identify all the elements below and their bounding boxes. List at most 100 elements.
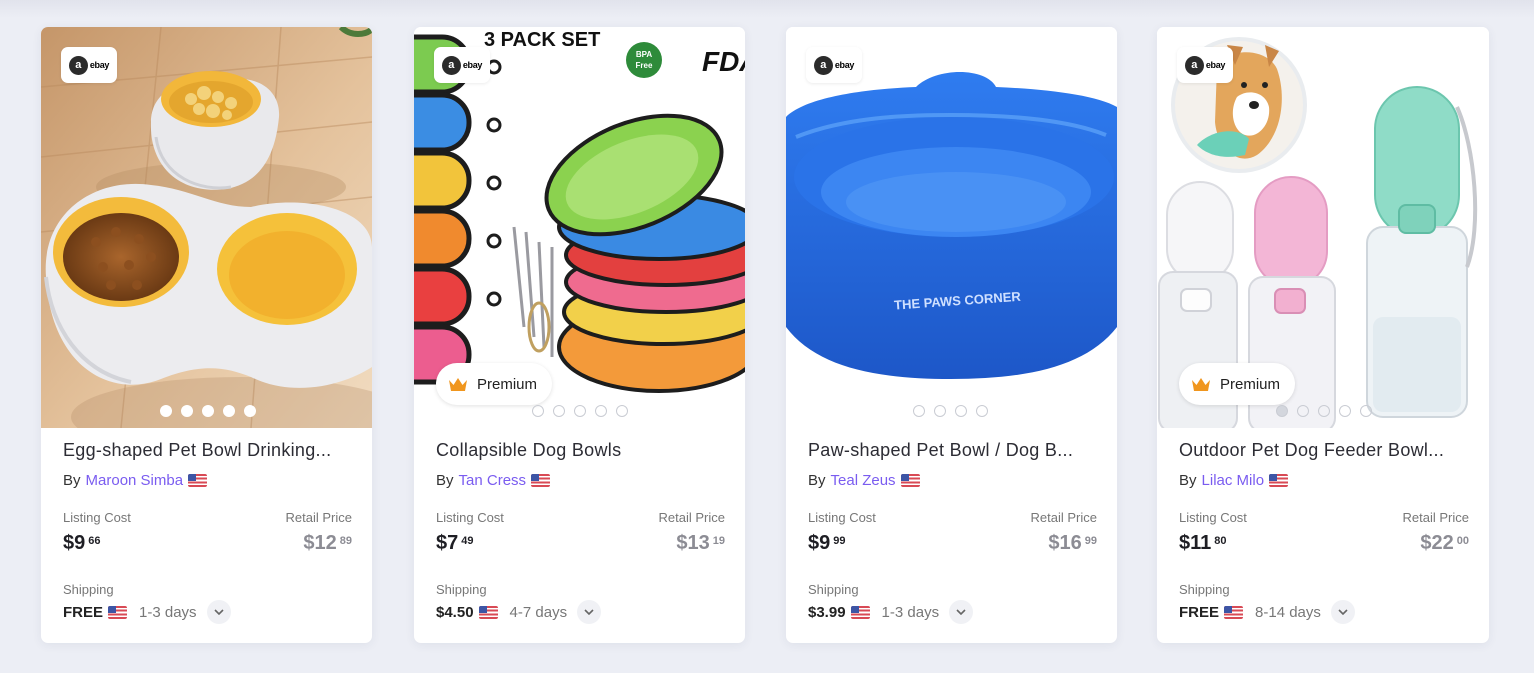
- shipping-days: 1-3 days: [881, 603, 940, 621]
- product-image-paw-bowl: THE PAWS CORNER: [786, 27, 1117, 428]
- shipping-row: $4.50 4-7 days: [436, 600, 602, 624]
- listing-cost-label: Listing Cost: [1179, 510, 1247, 525]
- carousel-dot[interactable]: [1318, 405, 1330, 417]
- product-card-paw-bowl[interactable]: THE PAWS CORNER a ebay Paw-shaped Pet Bow…: [786, 27, 1117, 643]
- us-flag-icon: [850, 605, 870, 619]
- seller-line: By Teal Zeus: [808, 472, 920, 489]
- retail-price-value: $22 00: [1420, 532, 1469, 555]
- listing-cost-cents: 66: [88, 535, 101, 547]
- product-image-carousel[interactable]: a ebay: [41, 27, 372, 428]
- retail-price-value: $16 99: [1048, 532, 1097, 555]
- premium-badge: Premium: [1179, 363, 1296, 405]
- carousel-dot[interactable]: [616, 405, 628, 417]
- us-flag-icon: [188, 474, 208, 487]
- carousel-dot[interactable]: [595, 405, 607, 417]
- shipping-label: Shipping: [436, 582, 487, 597]
- carousel-dot[interactable]: [202, 405, 214, 417]
- retail-price-dollars: $12: [303, 532, 337, 554]
- image-text-bpa: BPA: [636, 50, 653, 59]
- shipping-expand-chevron-icon[interactable]: [206, 600, 231, 624]
- image-carousel-dots[interactable]: [160, 405, 256, 417]
- product-image-carousel[interactable]: a ebay Premium: [1157, 27, 1489, 428]
- carousel-dot[interactable]: [1339, 405, 1351, 417]
- retail-price-label: Retail Price: [658, 510, 725, 525]
- seller-name-link[interactable]: Lilac Milo: [1202, 472, 1265, 489]
- seller-line: By Lilac Milo: [1179, 472, 1289, 489]
- listing-cost-cents: 80: [1214, 535, 1227, 547]
- page-top-shade: [0, 0, 1534, 18]
- image-text-fda: FDA: [702, 46, 745, 77]
- us-flag-icon: [531, 474, 551, 487]
- carousel-dot[interactable]: [244, 405, 256, 417]
- image-carousel-dots[interactable]: [1276, 405, 1372, 417]
- product-card-egg-bowl[interactable]: a ebay Egg-shaped Pet Bowl Drinking... By…: [41, 27, 372, 643]
- carousel-dot[interactable]: [223, 405, 235, 417]
- product-image-carousel[interactable]: 3 PACK SET BPA Free FDA aebay Premium: [414, 27, 745, 428]
- product-title[interactable]: Egg-shaped Pet Bowl Drinking...: [63, 440, 355, 461]
- retail-price-cents: 19: [712, 535, 725, 547]
- carousel-dot[interactable]: [1297, 405, 1309, 417]
- retail-price-label: Retail Price: [285, 510, 352, 525]
- seller-name-link[interactable]: Teal Zeus: [831, 472, 896, 489]
- product-grid: a ebay Egg-shaped Pet Bowl Drinking... By…: [41, 27, 1491, 644]
- us-flag-icon: [108, 605, 128, 619]
- seller-name-link[interactable]: Maroon Simba: [86, 472, 184, 489]
- seller-line: By Maroon Simba: [63, 472, 208, 489]
- shipping-expand-chevron-icon[interactable]: [949, 600, 974, 624]
- carousel-dot[interactable]: [1360, 405, 1372, 417]
- shipping-row: FREE 1-3 days: [63, 600, 231, 624]
- shipping-row: FREE 8-14 days: [1179, 600, 1355, 624]
- carousel-dot[interactable]: [553, 405, 565, 417]
- by-label: By: [436, 472, 454, 489]
- product-image-egg-bowl: [41, 27, 372, 428]
- shipping-cost: FREE: [1179, 603, 1220, 621]
- carousel-dot[interactable]: [1276, 405, 1288, 417]
- retail-price-dollars: $16: [1048, 532, 1082, 554]
- listing-cost-label: Listing Cost: [436, 510, 504, 525]
- shipping-cost: $4.50: [436, 603, 474, 621]
- retail-price-value: $12 89: [303, 532, 352, 555]
- carousel-dot[interactable]: [934, 405, 946, 417]
- us-flag-icon: [900, 474, 920, 487]
- product-title[interactable]: Collapsible Dog Bowls: [436, 440, 728, 461]
- ebay-store-badge: a ebay: [806, 47, 862, 83]
- listing-cost-value: $9 66: [63, 532, 101, 555]
- shipping-expand-chevron-icon[interactable]: [1330, 600, 1355, 624]
- carousel-dot[interactable]: [913, 405, 925, 417]
- carousel-dot[interactable]: [976, 405, 988, 417]
- shipping-days: 1-3 days: [139, 603, 197, 621]
- premium-badge: Premium: [436, 363, 553, 405]
- carousel-dot[interactable]: [181, 405, 193, 417]
- carousel-dot[interactable]: [574, 405, 586, 417]
- product-title[interactable]: Paw-shaped Pet Bowl / Dog B...: [808, 440, 1100, 461]
- ebay-store-badge: a ebay: [434, 47, 490, 83]
- product-card-collapsible-bowls[interactable]: 3 PACK SET BPA Free FDA aebay Premium Co…: [414, 27, 745, 643]
- by-label: By: [808, 472, 826, 489]
- product-image-carousel[interactable]: THE PAWS CORNER a ebay: [786, 27, 1117, 428]
- retail-price-cents: 89: [339, 535, 352, 547]
- crown-icon: [449, 378, 467, 391]
- image-text-free: Free: [636, 61, 653, 70]
- listing-cost-value: $9 99: [808, 532, 846, 555]
- by-label: By: [1179, 472, 1197, 489]
- shipping-row: $3.99 1-3 days: [808, 600, 974, 624]
- image-carousel-dots[interactable]: [532, 405, 628, 417]
- image-carousel-dots[interactable]: [913, 405, 988, 417]
- premium-label: Premium: [1220, 375, 1281, 393]
- shipping-cost: FREE: [63, 603, 104, 621]
- product-card-outdoor-feeder[interactable]: a ebay Premium Outdoor Pet Dog Feeder Bow…: [1157, 27, 1489, 643]
- retail-price-dollars: $22: [1420, 532, 1454, 554]
- retail-price-dollars: $13: [676, 532, 710, 554]
- carousel-dot[interactable]: [160, 405, 172, 417]
- seller-name-link[interactable]: Tan Cress: [459, 472, 527, 489]
- by-label: By: [63, 472, 81, 489]
- carousel-dot[interactable]: [532, 405, 544, 417]
- shipping-label: Shipping: [808, 582, 859, 597]
- listing-cost-dollars: $9: [808, 532, 831, 554]
- shipping-expand-chevron-icon[interactable]: [577, 600, 602, 624]
- carousel-dot[interactable]: [955, 405, 967, 417]
- shipping-label: Shipping: [1179, 582, 1230, 597]
- listing-cost-cents: 99: [833, 535, 846, 547]
- product-title[interactable]: Outdoor Pet Dog Feeder Bowl...: [1179, 440, 1471, 461]
- listing-cost-dollars: $11: [1179, 532, 1212, 554]
